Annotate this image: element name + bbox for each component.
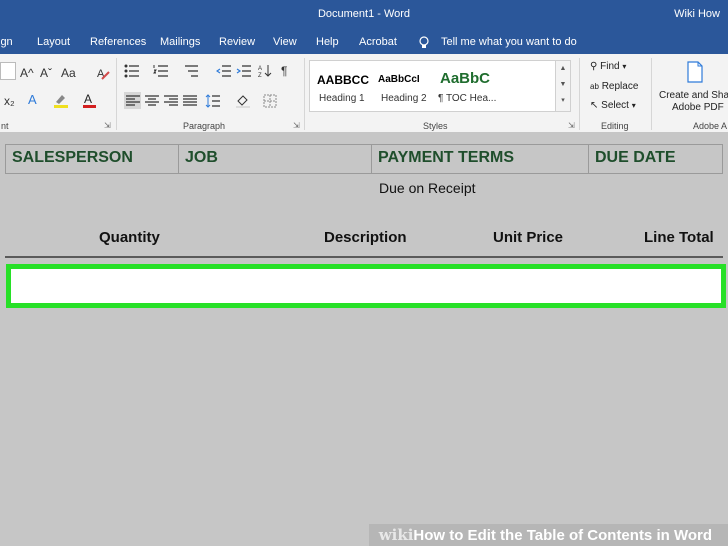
column-quantity[interactable]: Quantity: [99, 229, 160, 246]
pdf-document-icon[interactable]: [686, 61, 704, 86]
adobe-create-line1[interactable]: Create and Sha: [659, 90, 728, 101]
watermark-caption: wikiHow to Edit the Table of Contents in…: [368, 524, 728, 546]
watermark-text: How to Edit the Table of Contents in Wor…: [413, 527, 712, 544]
align-center-icon[interactable]: [144, 94, 160, 111]
cursor-icon: ↖: [590, 100, 599, 111]
styles-gallery[interactable]: AABBCC Heading 1 AaBbCcI Heading 2 AaBbC…: [309, 60, 557, 112]
decrease-indent-icon[interactable]: [215, 64, 232, 81]
grow-font-button[interactable]: A^: [20, 66, 34, 80]
sort-icon[interactable]: AZ: [258, 64, 272, 81]
adobe-create-line2[interactable]: Adobe PDF: [672, 102, 724, 113]
tab-view[interactable]: View: [273, 36, 297, 48]
shading-icon[interactable]: [235, 94, 251, 111]
chevron-down-icon: ▾: [622, 62, 627, 71]
align-left-icon[interactable]: [124, 92, 141, 109]
font-size-box[interactable]: [0, 62, 16, 80]
scroll-up-icon[interactable]: ▲: [556, 61, 570, 77]
borders-icon[interactable]: [263, 94, 277, 111]
find-label: Find: [600, 61, 620, 72]
user-name[interactable]: Wiki How: [674, 8, 720, 20]
highlighted-empty-row[interactable]: [6, 264, 726, 308]
styles-dialog-launcher[interactable]: ⇲: [568, 121, 575, 130]
document-area[interactable]: SALESPERSON JOB PAYMENT TERMS DUE DATE D…: [0, 132, 728, 546]
increase-indent-icon[interactable]: [236, 64, 252, 81]
subscript-button[interactable]: x₂: [4, 94, 15, 108]
style-sample-toc-heading[interactable]: AaBbC: [440, 70, 490, 87]
tab-acrobat[interactable]: Acrobat: [359, 36, 397, 48]
numbering-icon[interactable]: [153, 64, 169, 81]
header-cell-payment-terms[interactable]: PAYMENT TERMS: [372, 145, 589, 173]
tab-design[interactable]: ign: [0, 36, 13, 48]
header-cell-salesperson[interactable]: SALESPERSON: [6, 145, 179, 173]
replace-button[interactable]: ab Replace: [590, 81, 638, 92]
font-color-icon[interactable]: A: [83, 92, 97, 111]
ribbon-tabs: ign Layout References Mailings Review Vi…: [0, 30, 728, 54]
invoice-header-table: SALESPERSON JOB PAYMENT TERMS DUE DATE: [5, 144, 723, 174]
style-sample-heading1[interactable]: AABBCC: [317, 73, 369, 87]
tab-mailings[interactable]: Mailings: [160, 36, 200, 48]
column-unit-price[interactable]: Unit Price: [493, 229, 563, 246]
paragraph-group-label: Paragraph: [183, 121, 226, 131]
editing-group-label: Editing: [601, 121, 629, 131]
column-description[interactable]: Description: [324, 229, 407, 246]
change-case-button[interactable]: Aa: [61, 66, 76, 80]
group-divider: [116, 58, 117, 130]
svg-text:A: A: [84, 92, 92, 106]
style-name-toc-heading[interactable]: ¶ TOC Hea...: [438, 93, 496, 104]
header-cell-job[interactable]: JOB: [179, 145, 372, 173]
styles-scroll[interactable]: ▲ ▼ ▾: [555, 60, 571, 112]
column-line-total[interactable]: Line Total: [644, 229, 714, 246]
bullets-icon[interactable]: [124, 64, 140, 81]
tab-layout[interactable]: Layout: [37, 36, 70, 48]
shrink-font-button[interactable]: Aˇ: [40, 66, 52, 80]
align-right-icon[interactable]: [163, 94, 179, 111]
more-styles-icon[interactable]: ▾: [556, 93, 570, 109]
window-title: Document1 - Word: [317, 8, 411, 20]
adobe-group-label: Adobe A: [693, 121, 728, 131]
group-divider: [651, 58, 652, 130]
svg-text:Z: Z: [258, 73, 262, 78]
style-sample-heading2[interactable]: AaBbCcI: [378, 74, 420, 85]
select-label: Select: [601, 100, 629, 111]
chevron-down-icon: ▾: [631, 101, 636, 110]
highlight-color-icon[interactable]: [53, 92, 69, 111]
show-formatting-marks-icon[interactable]: ¶: [281, 64, 287, 78]
scroll-down-icon[interactable]: ▼: [556, 77, 570, 93]
tab-references[interactable]: References: [90, 36, 146, 48]
tab-review[interactable]: Review: [219, 36, 255, 48]
lightbulb-icon[interactable]: [418, 36, 430, 52]
replace-label: Replace: [601, 81, 639, 92]
payment-terms-value[interactable]: Due on Receipt: [379, 180, 476, 196]
watermark-logo: wiki: [378, 526, 414, 544]
font-dialog-launcher[interactable]: ⇲: [104, 121, 111, 130]
replace-icon: ab: [590, 82, 599, 91]
tab-help[interactable]: Help: [316, 36, 339, 48]
clear-formatting-icon[interactable]: A: [96, 66, 110, 83]
justify-icon[interactable]: [182, 94, 198, 111]
styles-group-label: Styles: [423, 121, 448, 131]
svg-text:A: A: [258, 66, 262, 72]
title-bar: Document1 - Word Wiki How: [0, 0, 728, 30]
line-spacing-icon[interactable]: [205, 94, 221, 111]
tell-me-search[interactable]: Tell me what you want to do: [441, 36, 577, 48]
find-button[interactable]: ⚲ Find ▾: [590, 61, 626, 72]
svg-text:A: A: [28, 92, 37, 106]
style-name-heading2[interactable]: Heading 2: [381, 93, 427, 104]
font-group-label: nt: [1, 121, 9, 131]
group-divider: [579, 58, 580, 130]
header-cell-due-date[interactable]: DUE DATE: [589, 145, 722, 173]
style-name-heading1[interactable]: Heading 1: [319, 93, 365, 104]
group-divider: [304, 58, 305, 130]
paragraph-dialog-launcher[interactable]: ⇲: [293, 121, 300, 130]
ribbon: A^ Aˇ Aa A x₂ A A nt ⇲ AZ ¶ Paragraph ⇲ …: [0, 54, 728, 133]
multilevel-list-icon[interactable]: [183, 64, 199, 81]
search-icon: ⚲: [590, 61, 598, 72]
table-divider: [5, 256, 723, 258]
text-effects-icon[interactable]: A: [27, 92, 41, 109]
select-button[interactable]: ↖ Select ▾: [590, 100, 636, 111]
